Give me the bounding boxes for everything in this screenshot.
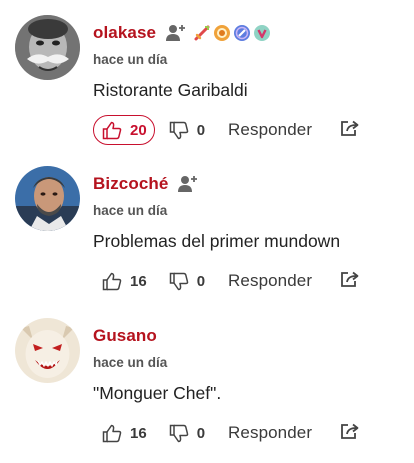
shield-badge-icon [234, 25, 251, 41]
comment-timestamp: hace un día [93, 203, 168, 218]
dislike-count: 0 [196, 121, 206, 139]
avatar[interactable] [15, 15, 80, 80]
reply-button[interactable]: Responder [228, 271, 312, 291]
avatar[interactable] [15, 166, 80, 231]
comment-text: Problemas del primer mundown [93, 231, 341, 251]
dislike-button[interactable]: 0 [169, 121, 205, 140]
dislike-button[interactable]: 0 [169, 424, 205, 443]
comment-item: Gusano hace un día "Monguer Chef". 16 0 … [0, 303, 414, 454]
dislike-count: 0 [196, 272, 206, 290]
thumbs-down-icon [169, 424, 188, 442]
thumbs-down-icon [169, 121, 188, 139]
avatar[interactable] [15, 318, 80, 383]
medal-badge-icon [214, 25, 231, 41]
share-icon[interactable] [340, 422, 360, 445]
thumbs-down-icon [169, 272, 188, 290]
heart-badge-icon [254, 25, 271, 41]
comment-timestamp: hace un día [93, 355, 168, 370]
comment-item: Bizcoché hace un día Problemas del prime… [0, 151, 414, 302]
comment-text: "Monguer Chef". [93, 383, 222, 403]
like-count: 16 [130, 272, 147, 290]
comment-item: olakase hace un día Ristorante Garibaldi… [0, 0, 414, 151]
like-count: 16 [130, 424, 147, 442]
thumbs-up-icon [102, 121, 122, 139]
like-button[interactable]: 20 [93, 115, 155, 145]
comment-actions: 16 0 Responder [93, 265, 359, 297]
like-count: 20 [130, 121, 147, 139]
share-icon[interactable] [340, 270, 360, 293]
comment-text: Ristorante Garibaldi [93, 80, 248, 100]
comment-actions: 20 0 Responder [93, 114, 359, 146]
reply-button[interactable]: Responder [228, 120, 312, 140]
like-button[interactable]: 16 [93, 418, 155, 448]
like-button[interactable]: 16 [93, 266, 155, 296]
author-name[interactable]: olakase [93, 23, 156, 43]
author-name[interactable]: Gusano [93, 326, 157, 346]
user-badges [193, 24, 271, 42]
dislike-button[interactable]: 0 [169, 272, 205, 291]
reply-button[interactable]: Responder [228, 423, 312, 443]
thumbs-up-icon [102, 424, 122, 442]
sword-badge-icon [194, 25, 210, 41]
share-icon[interactable] [340, 119, 360, 142]
follow-user-icon[interactable] [177, 174, 199, 194]
dislike-count: 0 [196, 424, 206, 442]
comment-actions: 16 0 Responder [93, 417, 359, 449]
comment-timestamp: hace un día [93, 52, 168, 67]
author-name[interactable]: Bizcoché [93, 174, 168, 194]
follow-user-icon[interactable] [165, 23, 187, 43]
thumbs-up-icon [102, 272, 122, 290]
